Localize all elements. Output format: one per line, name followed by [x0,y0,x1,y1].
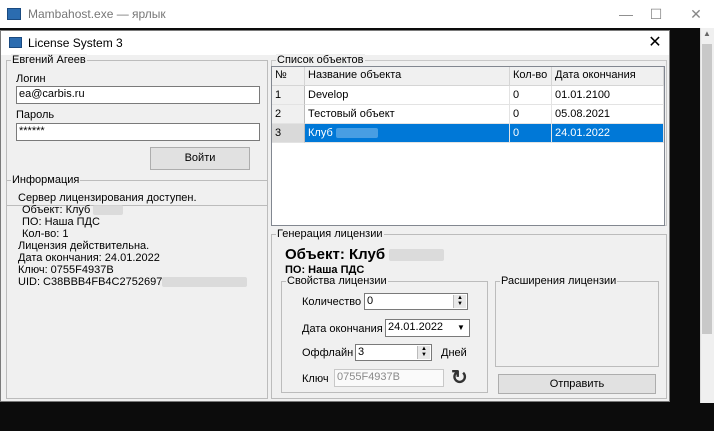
row-date[interactable]: 05.08.2021 [552,105,664,124]
login-label: Логин [16,73,46,85]
app-icon [7,8,21,20]
row-number[interactable]: 2 [272,105,305,124]
row-name[interactable]: Develop [305,86,510,105]
expiry-label: Дата окончания [302,323,383,335]
send-button[interactable]: Отправить [498,374,656,394]
quantity-stepper[interactable]: 0 ▲ ▼ [364,293,468,310]
row-count[interactable]: 0 [510,105,552,124]
outer-window-titlebar: Mambahost.exe — ярлык — ☐ ✕ [0,0,714,28]
row-date[interactable]: 24.01.2022 [552,124,664,143]
license-properties-legend: Свойства лицензии [286,275,388,287]
generation-group-legend: Генерация лицензии [276,228,384,240]
login-input[interactable]: ea@carbis.ru [16,86,260,104]
redaction [93,205,124,216]
info-line-software: ПО: Наша ПДС [22,216,100,228]
info-group-legend: Информация [11,174,81,186]
maximize-button[interactable]: ☐ [646,4,666,24]
row-number[interactable]: 1 [272,86,305,105]
column-header-name[interactable]: Название объекта [305,67,510,86]
license-extensions-group: Расширения лицензии [495,275,659,367]
dialog-icon [9,37,22,48]
info-line-count: Кол-во: 1 [22,228,69,240]
outer-close-button[interactable]: ✕ [686,4,706,24]
password-input[interactable]: ****** [16,123,260,141]
dialog-title: License System 3 [28,36,123,50]
objects-group-legend: Список объектов [276,54,365,66]
row-count[interactable]: 0 [510,86,552,105]
info-line-uid: UID: C38BBB4FB4C2752697 [18,276,248,288]
offline-unit-label: Дней [441,347,467,359]
dialog-titlebar: License System 3 ✕ [1,31,669,55]
info-line-valid: Лицензия действительна. [18,240,150,252]
column-header-count[interactable]: Кол-во [510,67,552,86]
table-row-selected[interactable]: 3 Клуб 0 24.01.2022 [272,124,664,143]
redaction [335,128,378,139]
quantity-label: Количество [302,296,362,308]
outer-window-title: Mambahost.exe — ярлык [28,7,166,21]
chevron-down-icon[interactable]: ▼ [454,321,468,335]
key-field[interactable]: 0755F4937B [334,369,444,387]
info-group: Информация Сервер лицензирования доступе… [6,174,268,399]
license-properties-group: Свойства лицензии Количество 0 ▲ ▼ Дата ок… [281,275,488,393]
offline-label: Оффлайн [302,347,354,359]
info-line-server: Сервер лицензирования доступен. [18,192,197,204]
spinner-arrows-icon[interactable]: ▲ ▼ [453,295,466,308]
minimize-button[interactable]: — [616,4,636,24]
row-number[interactable]: 3 [272,124,305,143]
table-row[interactable]: 2 Тестовый объект 0 05.08.2021 [272,105,664,124]
info-line-object: Объект: Клуб [22,204,124,216]
password-label: Пароль [16,109,55,121]
table-row[interactable]: 1 Develop 0 01.01.2100 [272,86,664,105]
refresh-icon[interactable]: ↻ [451,365,468,390]
license-extensions-legend: Расширения лицензии [500,275,618,287]
key-label: Ключ [302,373,329,385]
row-name[interactable]: Тестовый объект [305,105,510,124]
objects-table: № Название объекта Кол-во Дата окончания… [271,66,665,226]
generation-object-title: Объект: Клуб [285,246,445,263]
scroll-up-arrow-icon[interactable]: ▲ [700,28,714,40]
row-count[interactable]: 0 [510,124,552,143]
column-header-date[interactable]: Дата окончания [552,67,664,86]
redaction [162,277,248,288]
expiry-date-picker[interactable]: 24.01.2022 ▼ [385,319,470,337]
offline-days-stepper[interactable]: 3 ▲ ▼ [355,344,432,361]
login-button[interactable]: Войти [150,147,250,170]
dialog-close-button[interactable]: ✕ [645,33,665,53]
redaction [389,249,445,262]
info-line-key: Ключ: 0755F4937B [18,264,114,276]
user-group-legend: Евгений Агеев [11,54,87,66]
generation-group: Генерация лицензии Объект: Клуб ПО: Наша… [271,228,667,399]
scrollbar-thumb[interactable] [702,44,712,334]
row-date[interactable]: 01.01.2100 [552,86,664,105]
license-dialog: License System 3 ✕ Евгений Агеев Логин e… [0,30,670,402]
spinner-arrows-icon[interactable]: ▲ ▼ [417,346,430,359]
column-header-number[interactable]: № [272,67,305,86]
info-line-expiry: Дата окончания: 24.01.2022 [18,252,160,264]
row-name[interactable]: Клуб [305,124,510,143]
